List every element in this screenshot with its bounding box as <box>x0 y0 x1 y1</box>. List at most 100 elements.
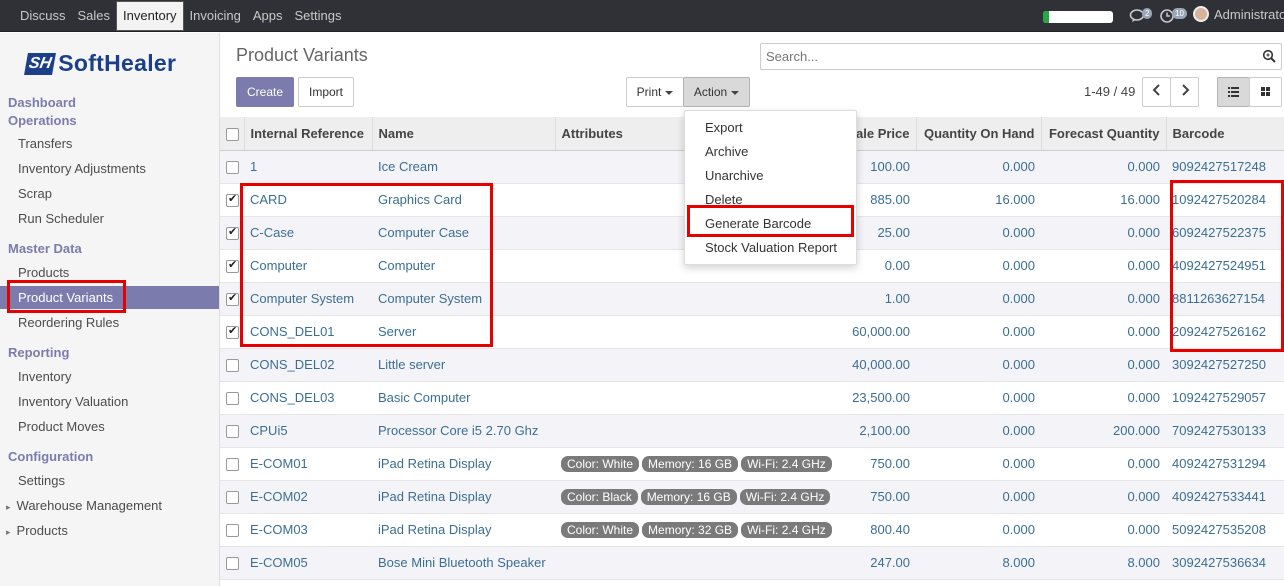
table-row[interactable]: E-COM03 iPad Retina Display Color: White Me… <box>220 513 1284 547</box>
row-select-cell[interactable] <box>220 282 244 316</box>
column-quantity-on-hand[interactable]: Quantity On Hand <box>916 117 1042 151</box>
search-icon[interactable] <box>1262 49 1276 63</box>
table-row[interactable]: E-COM01 iPad Retina Display Color: White Me… <box>220 447 1284 481</box>
pager-next-button[interactable] <box>1170 77 1199 107</box>
kanban-view-button[interactable] <box>1249 77 1282 107</box>
sidebar-item-inventory-adjustments[interactable]: Inventory Adjustments <box>18 161 146 176</box>
table-row[interactable]: CONS_DEL01Server60,000.000.0000.00020924… <box>220 315 1284 349</box>
row-checkbox[interactable] <box>226 359 239 373</box>
search-input[interactable] <box>761 44 1241 69</box>
cell-name[interactable]: iPad Retina Display <box>372 447 555 481</box>
cell-name[interactable]: iPad Retina Display <box>372 513 555 547</box>
list-view-button[interactable] <box>1217 77 1250 107</box>
sidebar-item-product-moves[interactable]: Product Moves <box>18 419 105 434</box>
sidebar-item-products[interactable]: Products <box>18 265 69 280</box>
chat-button[interactable]: 2 <box>1129 7 1153 25</box>
row-checkbox[interactable] <box>226 192 239 208</box>
create-button[interactable]: Create <box>236 77 294 107</box>
menu-item-unarchive[interactable]: Unarchive <box>705 168 764 183</box>
row-select-cell[interactable] <box>220 381 244 415</box>
cell-name[interactable]: Basic Computer <box>372 381 555 415</box>
cell-internal-reference[interactable]: CONS_DEL03 <box>244 381 372 415</box>
row-checkbox[interactable] <box>226 258 239 274</box>
table-row[interactable]: E-COM05 Bose Mini Bluetooth Speaker 247.00… <box>220 546 1284 580</box>
row-select-cell[interactable] <box>220 546 244 580</box>
row-checkbox[interactable] <box>226 225 239 241</box>
table-row[interactable]: CONS_DEL03 Basic Computer 23,500.00 0.000 0.… <box>220 381 1284 415</box>
sidebar-item-inventory-valuation[interactable]: Inventory Valuation <box>18 394 128 409</box>
menu-item-stock-valuation-report[interactable]: Stock Valuation Report <box>705 240 837 255</box>
cell-internal-reference[interactable]: E-COM01 <box>244 447 372 481</box>
select-all-cell[interactable] <box>220 117 245 151</box>
menu-sales[interactable]: Sales <box>72 0 117 32</box>
cell-internal-reference[interactable]: Computer System <box>244 282 372 316</box>
cell-name[interactable]: Processor Core i5 2.70 Ghz <box>372 414 555 448</box>
pager-previous-button[interactable] <box>1142 77 1171 107</box>
row-select-cell[interactable] <box>220 447 244 481</box>
row-checkbox[interactable] <box>226 425 239 439</box>
row-checkbox[interactable] <box>226 161 239 175</box>
column-barcode[interactable]: Barcode <box>1166 117 1284 151</box>
cell-internal-reference[interactable]: CARD <box>244 183 372 217</box>
cell-internal-reference[interactable]: C-Case <box>244 216 372 250</box>
cell-internal-reference[interactable]: Computer <box>244 249 372 283</box>
cell-internal-reference[interactable]: E-COM03 <box>244 513 372 547</box>
sidebar-section-dashboard-operations[interactable]: Dashboard Operations <box>8 94 88 130</box>
row-checkbox[interactable] <box>226 458 239 472</box>
cell-name[interactable]: Computer Case <box>372 216 555 250</box>
row-select-cell[interactable] <box>220 348 244 382</box>
cell-internal-reference[interactable]: E-COM05 <box>244 546 372 580</box>
cell-name[interactable]: iPad Retina Display <box>372 480 555 514</box>
sidebar-item-warehouse-management[interactable]: Warehouse Management <box>6 498 163 513</box>
sidebar-item-scrap[interactable]: Scrap <box>18 186 52 201</box>
cell-name[interactable]: Graphics Card <box>372 183 555 217</box>
cell-internal-reference[interactable]: CPUi5 <box>244 414 372 448</box>
sidebar-item-config-products[interactable]: Products <box>6 523 68 538</box>
table-row[interactable]: CONS_DEL02 Little server 40,000.00 0.000 0.0… <box>220 348 1284 382</box>
column-internal-reference[interactable]: Internal Reference <box>244 117 373 151</box>
row-select-cell[interactable] <box>220 315 244 349</box>
menu-item-archive[interactable]: Archive <box>705 144 748 159</box>
sidebar-item-product-variants[interactable]: Product Variants <box>0 286 219 309</box>
activity-button[interactable]: 10 <box>1160 7 1187 25</box>
row-select-cell[interactable] <box>220 216 244 250</box>
sidebar-item-reordering-rules[interactable]: Reordering Rules <box>18 315 119 330</box>
cell-name[interactable]: Little server <box>372 348 555 382</box>
cell-name[interactable]: Computer System <box>372 282 555 316</box>
cell-name[interactable]: Bose Mini Bluetooth Speaker <box>372 546 555 580</box>
menu-item-delete[interactable]: Delete <box>705 192 743 207</box>
row-checkbox[interactable] <box>226 491 239 505</box>
row-select-cell[interactable] <box>220 414 244 448</box>
menu-inventory[interactable]: Inventory <box>116 1 184 31</box>
cell-internal-reference[interactable]: CONS_DEL01 <box>244 315 372 349</box>
row-select-cell[interactable] <box>220 480 244 514</box>
row-checkbox[interactable] <box>226 291 239 307</box>
row-select-cell[interactable] <box>220 183 244 217</box>
user-menu[interactable]: Administrator <box>1193 6 1284 22</box>
column-forecast-quantity[interactable]: Forecast Quantity <box>1041 117 1167 151</box>
cell-internal-reference[interactable]: CONS_DEL02 <box>244 348 372 382</box>
import-button[interactable]: Import <box>298 77 354 107</box>
row-checkbox[interactable] <box>226 524 239 538</box>
table-row[interactable]: E-COM02 iPad Retina Display Color: Black Me… <box>220 480 1284 514</box>
cell-name[interactable]: Server <box>372 315 555 349</box>
row-checkbox[interactable] <box>226 557 239 571</box>
menu-settings[interactable]: Settings <box>288 0 347 32</box>
select-all-checkbox[interactable] <box>226 127 239 141</box>
column-name[interactable]: Name <box>372 117 556 151</box>
sidebar-item-run-scheduler[interactable]: Run Scheduler <box>18 211 104 226</box>
row-select-cell[interactable] <box>220 150 244 184</box>
print-dropdown-button[interactable]: Print <box>626 77 684 107</box>
row-select-cell[interactable] <box>220 513 244 547</box>
cell-name[interactable]: Computer <box>372 249 555 283</box>
menu-item-generate-barcode[interactable]: Generate Barcode <box>705 216 811 231</box>
action-dropdown-button[interactable]: Action <box>683 77 750 107</box>
menu-invoicing[interactable]: Invoicing <box>184 0 247 32</box>
sidebar-item-transfers[interactable]: Transfers <box>18 136 72 151</box>
cell-name[interactable]: Ice Cream <box>372 150 555 184</box>
cell-internal-reference[interactable]: E-COM02 <box>244 480 372 514</box>
onboarding-progress-bar[interactable] <box>1043 11 1113 23</box>
sidebar-item-inventory-report[interactable]: Inventory <box>18 369 71 384</box>
sidebar-item-settings[interactable]: Settings <box>18 473 65 488</box>
row-checkbox[interactable] <box>226 392 239 406</box>
